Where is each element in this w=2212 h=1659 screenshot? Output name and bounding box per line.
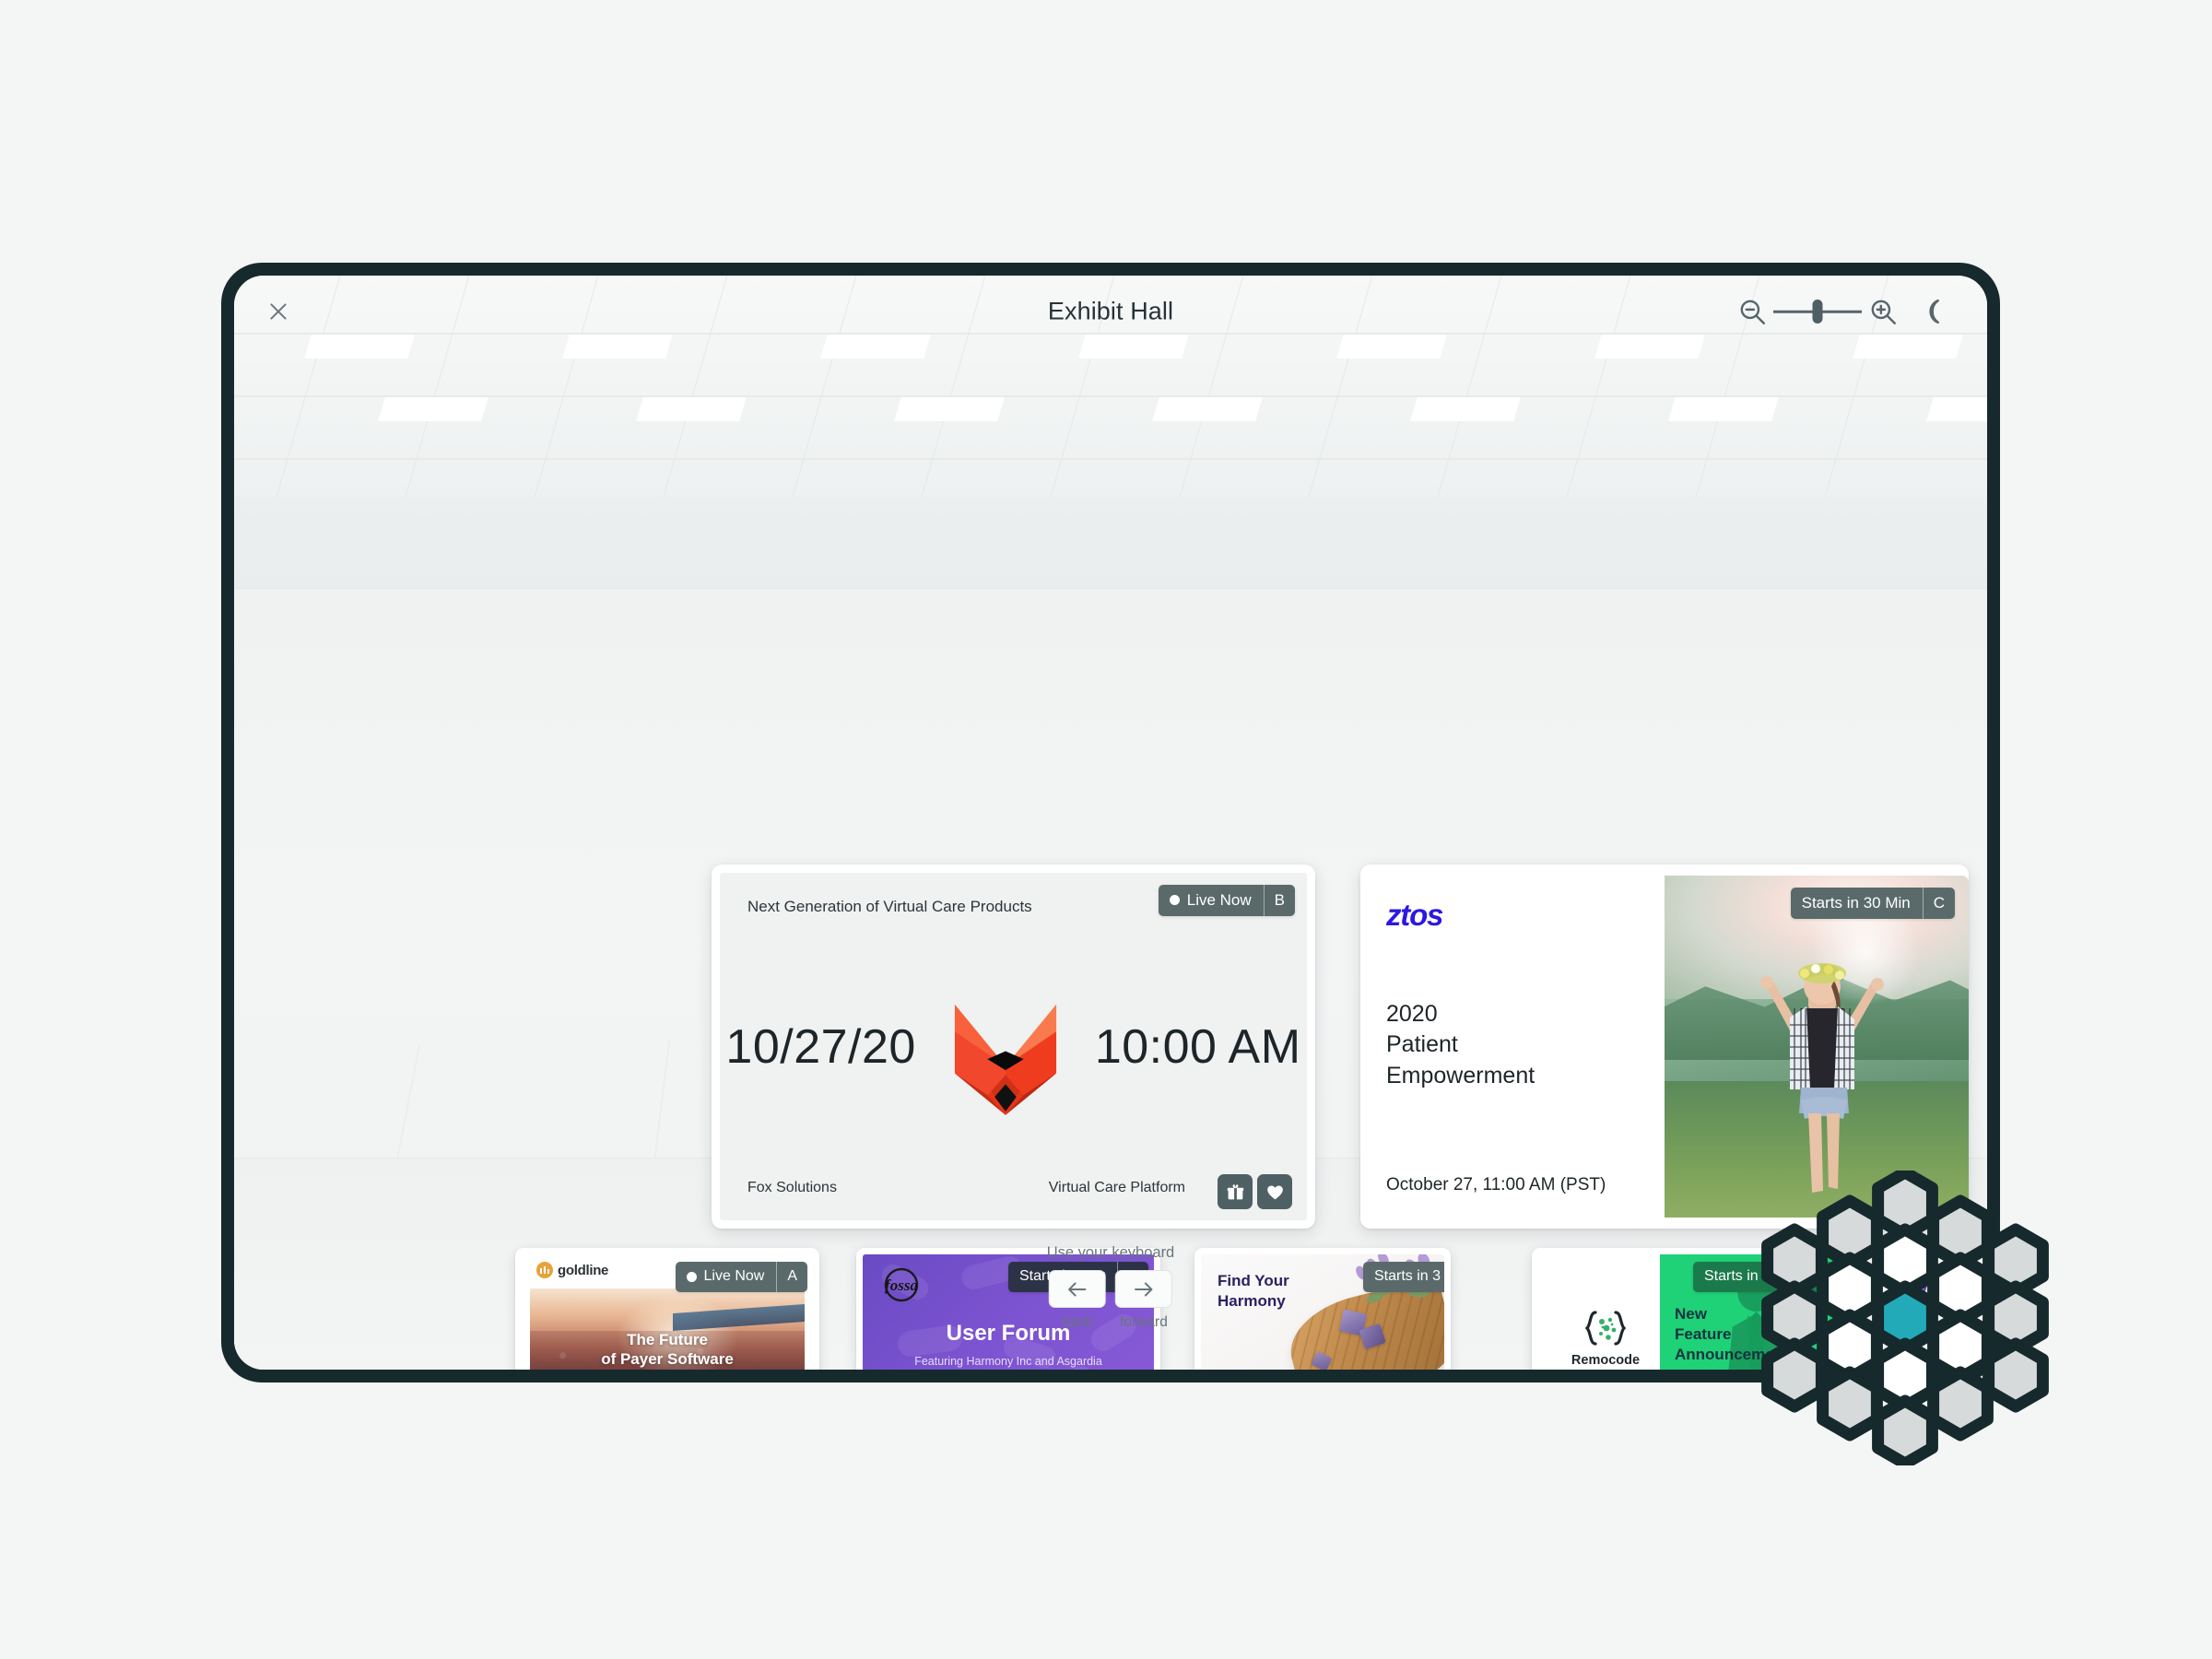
- page-title: Exhibit Hall: [1047, 297, 1174, 325]
- session-start-time: 10:00 AM: [1094, 1019, 1301, 1074]
- hexagon-cell: [1761, 1337, 1828, 1413]
- card-body: Find Your Harmony Starts in 3 Hr B: [1201, 1254, 1444, 1370]
- arrow-left-icon: [1068, 1282, 1087, 1296]
- close-icon[interactable]: [260, 293, 297, 330]
- zoom-slider-thumb[interactable]: [1812, 300, 1823, 324]
- ztos-logo: ztos: [1386, 898, 1443, 932]
- honeycomb-hexagon-logo: [1761, 1171, 2049, 1465]
- curly-braces-dots-icon: [1584, 1310, 1627, 1346]
- session-card-harmony[interactable]: Find Your Harmony Starts in 3 Hr B: [1194, 1248, 1451, 1370]
- hall-back-wall: [234, 497, 1987, 589]
- keyboard-hint: Use your keyboard back forward: [1047, 1244, 1175, 1331]
- title-line-2: Patient: [1386, 1031, 1458, 1058]
- back-key-caption: back: [1062, 1314, 1093, 1330]
- person-illustration: [1760, 962, 1884, 1193]
- hexagon-cell: [1927, 1366, 1994, 1441]
- device-frame: Exhibit Hall Next Generation of Virtual …: [221, 263, 2000, 1382]
- card-text-panel: ztos 2020 Patient Empowerment October 27…: [1360, 865, 1665, 1229]
- title-line-1: 2020: [1386, 1001, 1438, 1027]
- back-key-button[interactable]: [1049, 1270, 1106, 1308]
- arrow-right-icon: [1135, 1282, 1153, 1296]
- card-actions: [1218, 1174, 1292, 1209]
- badge-label: Starts in 30 Min: [1801, 894, 1911, 912]
- zoom-out-magnifier-icon[interactable]: [1736, 296, 1768, 327]
- featured-card-fox-solutions[interactable]: Next Generation of Virtual Care Products…: [712, 865, 1315, 1229]
- status-badge[interactable]: Starts in 3 Hr B: [1362, 1262, 1444, 1292]
- headline-line-2: of Payer Software: [601, 1349, 734, 1368]
- session-subtitle: Featuring Harmony Inc and Asgardia: [914, 1354, 1102, 1368]
- keyboard-hint-label: Use your keyboard: [1046, 1244, 1175, 1261]
- gift-icon[interactable]: [1218, 1174, 1253, 1209]
- heart-icon[interactable]: [1257, 1174, 1292, 1209]
- session-headline: The Future of Payer Software: [522, 1331, 813, 1369]
- crescent-moon-icon[interactable]: [1926, 296, 1958, 327]
- badge-label: Starts in 3 Hr: [1373, 1268, 1444, 1284]
- app-screen: Exhibit Hall Next Generation of Virtual …: [234, 276, 1987, 1370]
- session-date: 10/27/20: [725, 1019, 916, 1074]
- fossa-logo: fossa: [884, 1267, 918, 1302]
- session-time-row: 10/27/20 10:00 AM: [720, 979, 1307, 1115]
- session-datetime: October 27, 11:00 AM (PST): [1386, 1175, 1606, 1194]
- zoom-controls: [1736, 296, 1958, 327]
- brand-name: Remocode: [1571, 1352, 1641, 1368]
- brand-name: goldline: [558, 1262, 609, 1278]
- session-title: 2020 Patient Empowerment: [1386, 999, 1639, 1091]
- session-title: Find Your Harmony: [1218, 1271, 1289, 1312]
- platform-name: Virtual Care Platform: [1048, 1180, 1185, 1195]
- live-dot-icon: [1169, 895, 1180, 905]
- fox-head-logo: [954, 1004, 1056, 1115]
- forward-key-caption: forward: [1120, 1314, 1168, 1330]
- company-name: Fox Solutions: [747, 1180, 837, 1195]
- badge-label: Live Now: [703, 1268, 765, 1284]
- badge-letter: C: [1922, 888, 1955, 919]
- svg-text:fossa: fossa: [885, 1277, 918, 1294]
- zoom-slider[interactable]: [1773, 296, 1862, 327]
- session-photo: Starts in 30 Min C: [1665, 876, 1969, 1218]
- keyboard-keys: back forward: [1047, 1270, 1175, 1331]
- title-line-1: Find Your: [1218, 1272, 1289, 1289]
- card-body: goldline The Future of Payer Software Li…: [522, 1254, 813, 1370]
- hexagon-cell: [1817, 1366, 1883, 1441]
- status-badge[interactable]: Starts in 30 Min C: [1790, 888, 1955, 919]
- badge-label: Live Now: [1186, 891, 1252, 909]
- zoom-in-magnifier-icon[interactable]: [1867, 296, 1899, 327]
- status-badge[interactable]: Live Now B: [1158, 885, 1295, 916]
- headline-line-1: The Future: [627, 1331, 708, 1349]
- status-badge[interactable]: Live Now A: [675, 1262, 807, 1292]
- hexagon-cell: [1872, 1394, 1938, 1465]
- badge-letter: A: [776, 1262, 807, 1292]
- title-line-3: Empowerment: [1386, 1062, 1535, 1088]
- forward-key-button[interactable]: [1115, 1270, 1172, 1308]
- hexagon-cell: [1983, 1337, 2049, 1413]
- badge-letter: B: [1263, 885, 1295, 916]
- goldline-logo: goldline: [536, 1262, 608, 1278]
- card-body: Next Generation of Virtual Care Products…: [720, 873, 1307, 1220]
- title-line-2: Harmony: [1218, 1291, 1286, 1310]
- goldline-bars-icon: [536, 1262, 553, 1278]
- session-topic: Next Generation of Virtual Care Products: [747, 898, 1032, 915]
- top-bar: Exhibit Hall: [234, 276, 1987, 347]
- brand-panel: Remocode: [1538, 1254, 1673, 1370]
- session-card-goldline[interactable]: goldline The Future of Payer Software Li…: [515, 1248, 819, 1370]
- live-dot-icon: [686, 1271, 697, 1282]
